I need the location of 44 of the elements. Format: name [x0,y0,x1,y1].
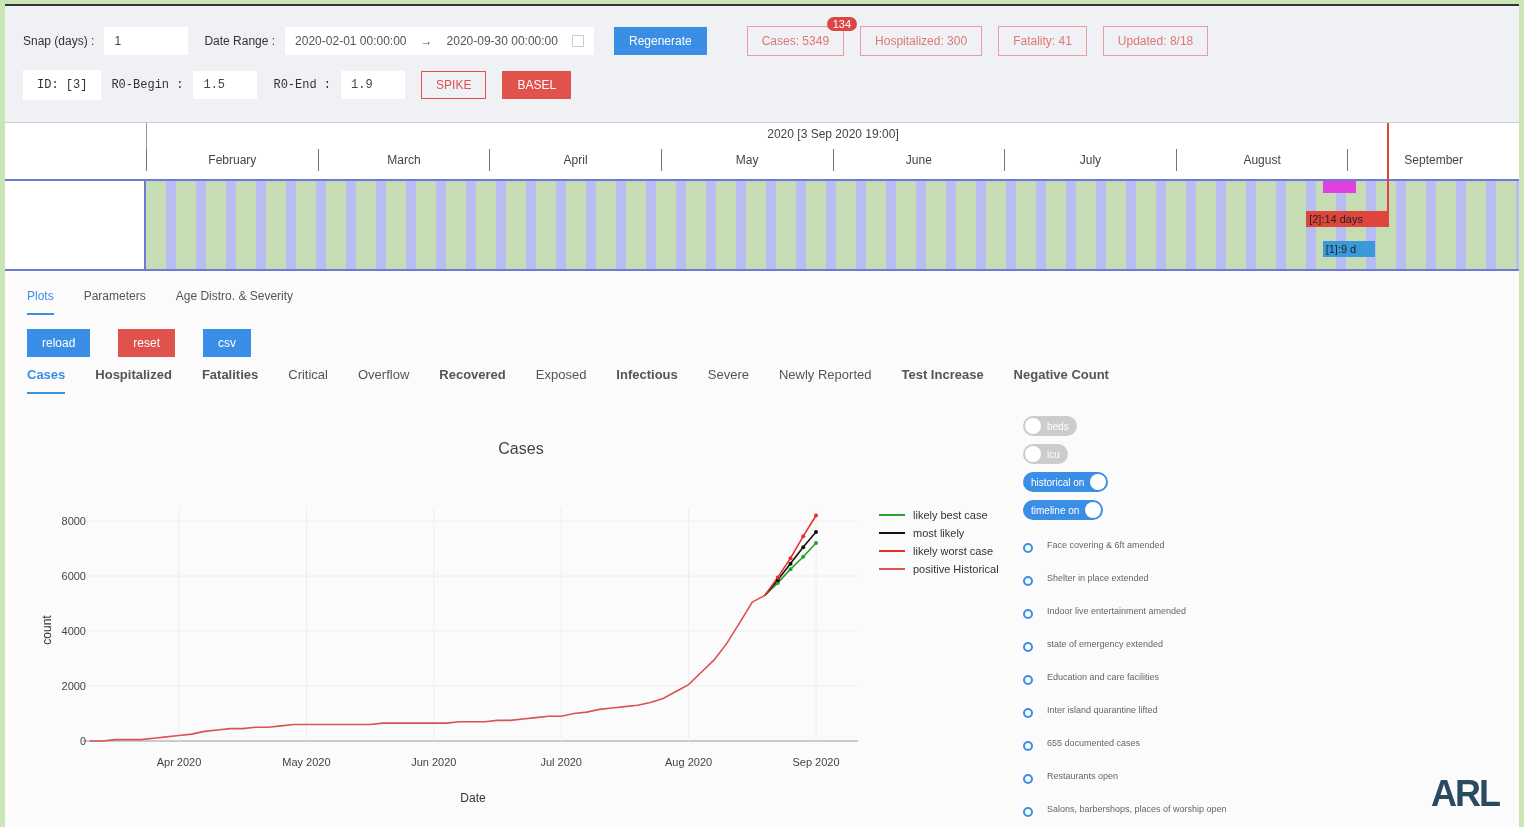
x-tick-label: Sep 2020 [792,756,840,768]
y-tick-label: 8000 [61,515,86,527]
snap-label: Snap (days) : [23,34,95,48]
x-tick-label: Jul 2020 [540,756,582,768]
chart-title: Cases [498,440,544,457]
month-label: June [832,148,1005,171]
month-label: April [489,148,661,171]
event-label: Shelter in place extended [1047,573,1149,583]
event-label: 655 documented cases [1047,738,1141,748]
legend-label: positive Historical [913,563,999,575]
legend-label: likely worst case [913,545,994,557]
event-label: Face covering & 6ft amended [1047,540,1165,550]
stat-tag: Hospitalized: 300 [860,26,983,56]
stat-tag: Fatality: 41 [998,26,1087,56]
date-range-label: Date Range : [204,34,276,48]
month-label: March [317,148,490,171]
month-label: August [1175,148,1348,171]
y-tick-label: 0 [79,735,86,747]
x-axis-label: Date [460,791,486,805]
legend-label: likely best case [913,509,988,521]
y-axis-label: count [40,615,54,645]
event-label: Restaurants open [1047,771,1119,781]
y-tick-label: 2000 [61,680,86,692]
r0-end-label: R0-End : [273,78,332,92]
x-tick-label: Jun 2020 [411,756,457,768]
x-tick-label: Apr 2020 [156,756,202,768]
month-label: May [660,148,833,171]
logo: ARL [1431,773,1499,815]
month-label: February [146,148,318,171]
legend-label: most likely [913,527,965,539]
count-badge: 134 [826,17,858,31]
event-label: Education and care facilities [1047,672,1160,682]
event-label: Indoor live entertainment amended [1047,606,1187,616]
event-label: state of emergency extended [1047,639,1164,649]
event-label: Inter island quarantine lifted [1047,705,1158,715]
x-tick-label: Aug 2020 [665,756,713,768]
stat-tag: Updated: 8/18 [1102,26,1209,56]
r0-begin-label: R0-Begin : [111,78,184,92]
x-tick-label: May 2020 [282,756,331,768]
y-tick-label: 4000 [61,625,86,637]
event-label: Salons, barbershops, places of worship open [1047,804,1227,814]
y-tick-label: 6000 [61,570,86,582]
month-label: July [1004,148,1176,171]
id-label: ID: [3] [23,70,102,100]
